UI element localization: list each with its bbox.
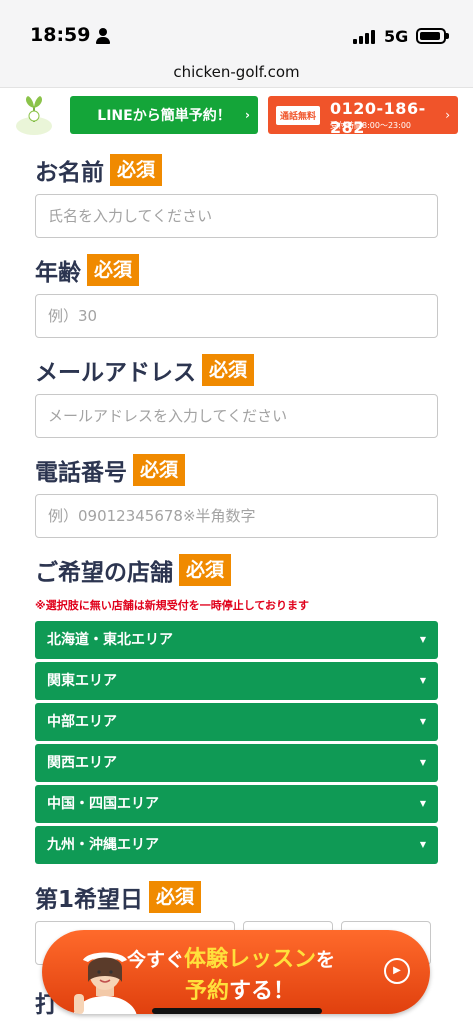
- age-label-text: 年齢: [35, 260, 81, 286]
- area-label: 九州・沖縄エリア: [47, 837, 159, 853]
- email-input[interactable]: [35, 394, 438, 438]
- cta-line1-suffix: を: [316, 949, 336, 971]
- area-label: 北海道・東北エリア: [47, 632, 173, 648]
- name-label-text: お名前: [35, 160, 104, 186]
- site-header: LINEから簡単予約！ › 通話無料 0120-186-282 受付時間8:00…: [0, 88, 473, 144]
- signal-icon: [353, 30, 375, 44]
- required-badge: 必須: [202, 354, 255, 386]
- address-bar[interactable]: chicken-golf.com: [0, 60, 473, 88]
- required-badge: 必須: [133, 454, 186, 486]
- required-badge: 必須: [179, 554, 232, 586]
- first-date-label: 第1希望日 必須: [35, 880, 202, 914]
- phone-call-button[interactable]: 通話無料 0120-186-282 受付時間8:00～23:00 ›: [268, 96, 458, 137]
- name-label: お名前 必須: [35, 153, 163, 187]
- cta-line1-prefix: 今すぐ: [127, 949, 185, 971]
- chevron-down-icon: ▼: [419, 676, 426, 685]
- age-label: 年齢 必須: [35, 253, 140, 287]
- name-input[interactable]: [35, 194, 438, 238]
- email-label-text: メールアドレス: [35, 360, 196, 386]
- phone-number: 0120-186-282: [330, 99, 426, 137]
- phone-input[interactable]: [35, 494, 438, 538]
- cta-line2-suffix: する！: [229, 979, 296, 1004]
- area-select-chugoku-shikoku[interactable]: 中国・四国エリア ▼: [35, 785, 438, 823]
- area-select-chubu[interactable]: 中部エリア ▼: [35, 703, 438, 741]
- area-select-hokkaido-tohoku[interactable]: 北海道・東北エリア ▼: [35, 621, 438, 659]
- area-label: 関西エリア: [47, 755, 117, 771]
- play-arrow-icon: ▶: [384, 958, 410, 984]
- line-reservation-button[interactable]: LINEから簡単予約！ ›: [70, 96, 258, 134]
- area-select-kanto[interactable]: 関東エリア ▼: [35, 662, 438, 700]
- chevron-down-icon: ▼: [419, 840, 426, 849]
- cta-line1-highlight: 体験レッスン: [184, 947, 317, 972]
- url-text: chicken-golf.com: [173, 63, 300, 81]
- battery-icon: [416, 28, 449, 44]
- network-type: 5G: [384, 27, 409, 46]
- chevron-right-icon: ›: [245, 108, 250, 122]
- required-badge: 必須: [110, 154, 163, 186]
- free-call-badge: 通話無料: [276, 106, 321, 125]
- person-icon: [96, 28, 110, 44]
- cta-line1: 今すぐ体験レッスンを: [127, 941, 335, 973]
- chevron-down-icon: ▼: [419, 758, 426, 767]
- required-badge: 必須: [149, 881, 202, 913]
- area-select-kansai[interactable]: 関西エリア ▼: [35, 744, 438, 782]
- area-label: 関東エリア: [47, 673, 117, 689]
- chevron-down-icon: ▼: [419, 635, 426, 644]
- status-time: 18:59: [30, 24, 91, 46]
- store-notice: ※選択肢に無い店舗は新規受付を一時停止しております: [35, 599, 310, 612]
- home-indicator[interactable]: [152, 1008, 322, 1014]
- line-button-label: LINEから簡単予約！: [97, 108, 231, 124]
- cta-line2-highlight: 予約: [185, 979, 230, 1004]
- required-badge: 必須: [87, 254, 140, 286]
- first-date-label-text: 第1希望日: [35, 887, 144, 913]
- trial-lesson-cta-button[interactable]: 今すぐ体験レッスンを 予約する！ ▶: [42, 930, 430, 1014]
- store-label: ご希望の店舗 必須: [35, 553, 232, 587]
- age-input[interactable]: [35, 294, 438, 338]
- area-label: 中部エリア: [47, 714, 117, 730]
- chevron-right-icon: ›: [445, 108, 450, 122]
- chicken-golf-logo[interactable]: [14, 92, 54, 140]
- status-bar: 18:59 5G: [0, 0, 473, 60]
- phone-hours: 受付時間8:00～23:00: [330, 121, 412, 130]
- email-label: メールアドレス 必須: [35, 353, 255, 387]
- area-label: 中国・四国エリア: [47, 796, 159, 812]
- phone-label: 電話番号 必須: [35, 453, 186, 487]
- chevron-down-icon: ▼: [419, 717, 426, 726]
- area-select-kyushu-okinawa[interactable]: 九州・沖縄エリア ▼: [35, 826, 438, 864]
- chevron-down-icon: ▼: [419, 799, 426, 808]
- cta-line2: 予約する！: [185, 973, 295, 1005]
- phone-label-text: 電話番号: [35, 460, 127, 486]
- store-label-text: ご希望の店舗: [35, 560, 173, 586]
